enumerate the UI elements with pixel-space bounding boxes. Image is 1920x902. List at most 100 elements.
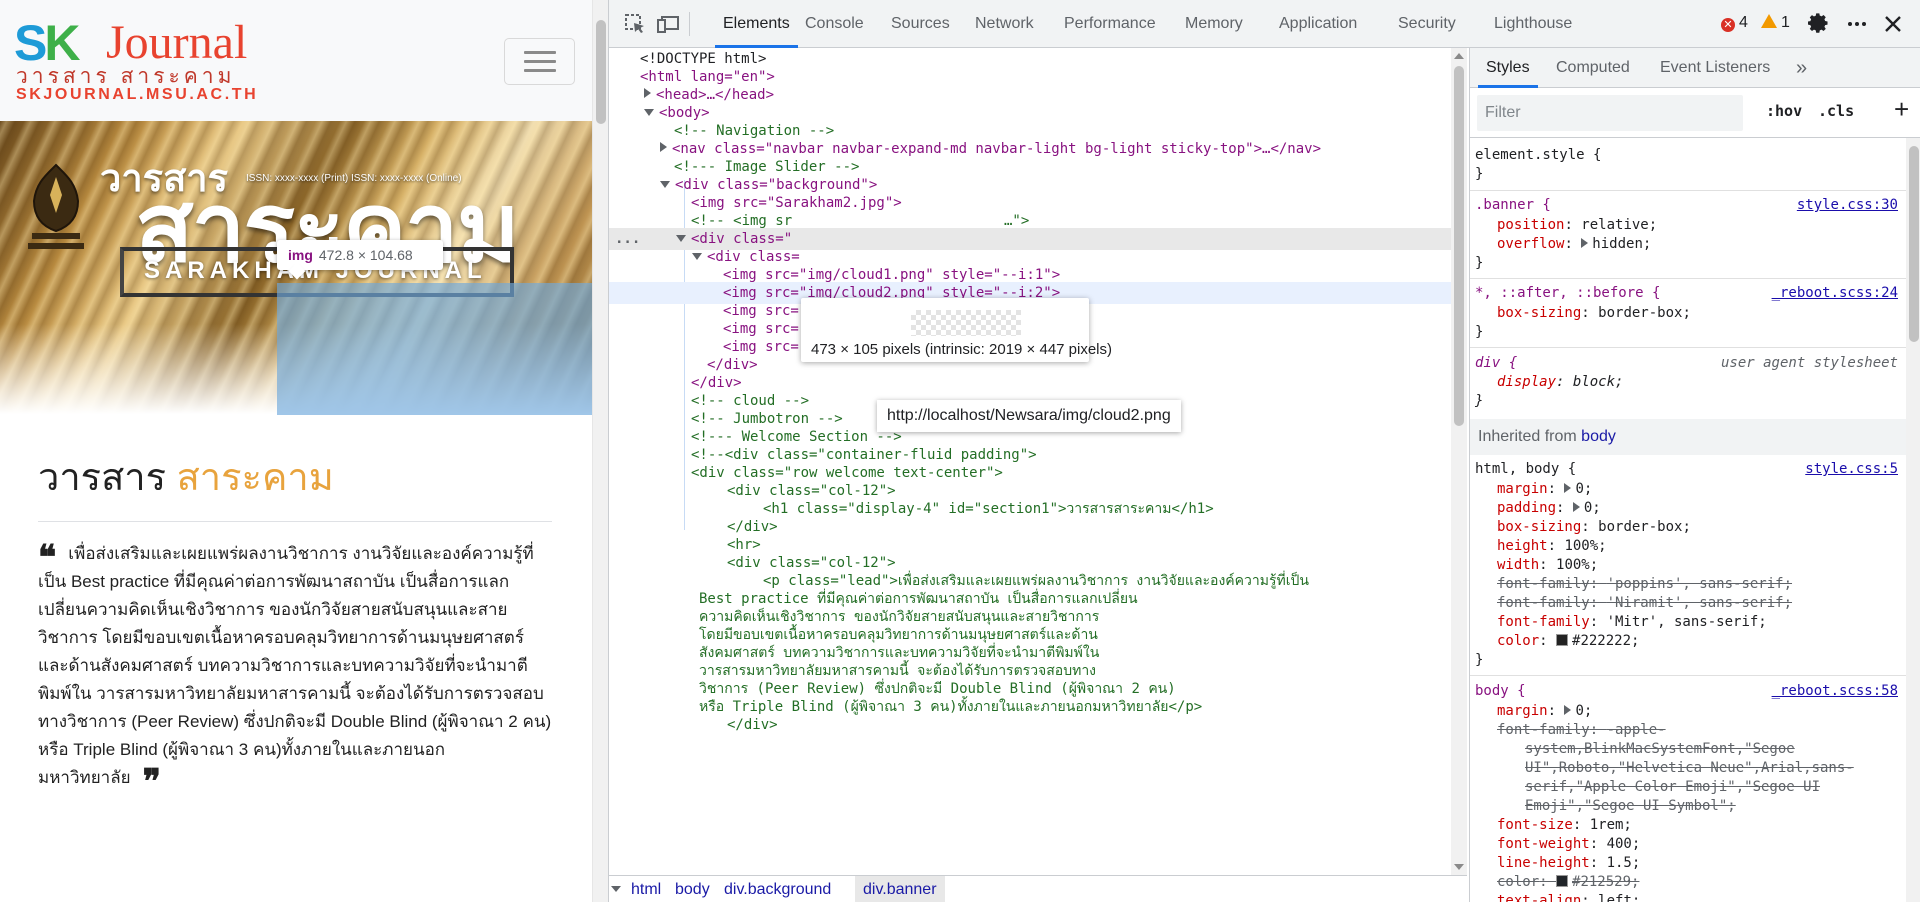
- source-link[interactable]: style.css:5: [1805, 460, 1898, 479]
- expand-arrow-icon[interactable]: [660, 142, 667, 152]
- collapse-arrow-icon[interactable]: [692, 253, 702, 260]
- style-property: display: block;: [1497, 374, 1624, 390]
- navbar-toggler-button[interactable]: [504, 38, 575, 85]
- style-property[interactable]: box-sizing: border-box;: [1470, 518, 1906, 537]
- close-devtools-icon[interactable]: [1881, 12, 1905, 36]
- style-property-overridden[interactable]: font-family: 'Niramit', sans-serif;: [1470, 594, 1906, 613]
- style-property-overridden[interactable]: font-family: -apple-: [1470, 721, 1906, 740]
- breadcrumb-div-banner[interactable]: div.banner: [855, 876, 945, 902]
- rule-selector: *, ::after, ::before {_reboot.scss:24: [1475, 284, 1898, 303]
- rule-selector: html, body {style.css:5: [1475, 460, 1898, 479]
- source-link[interactable]: _reboot.scss:58: [1772, 682, 1898, 701]
- image-url-tooltip: http://localhost/Newsara/img/cloud2.png: [877, 400, 1181, 432]
- styles-filter-input[interactable]: [1477, 95, 1743, 131]
- style-property[interactable]: color: #222222;: [1470, 632, 1906, 651]
- website-scrollbar[interactable]: [592, 0, 608, 902]
- rule-selector: element.style {: [1475, 147, 1602, 163]
- dom-breadcrumb: html body div.background div.banner: [609, 875, 1467, 902]
- more-tabs-chevron-icon[interactable]: »: [1788, 48, 1815, 88]
- dom-tree-scrollbar[interactable]: [1451, 48, 1467, 875]
- scroll-up-arrow-icon[interactable]: [1454, 53, 1464, 59]
- tab-elements[interactable]: Elements: [715, 0, 798, 48]
- style-property[interactable]: font-family: 'Mitr', sans-serif;: [1470, 613, 1906, 632]
- style-property[interactable]: height: 100%;: [1470, 537, 1906, 556]
- style-property[interactable]: margin: 0;: [1470, 702, 1906, 721]
- rule-selector: .banner {style.css:30: [1475, 196, 1898, 215]
- breadcrumb-html[interactable]: html: [623, 876, 669, 902]
- welcome-lead-text: ❝ เพื่อส่งเสริมและเผยแพร่ผลงานวิชาการ งาน…: [38, 538, 552, 802]
- welcome-title: วารสาร สาระคาม: [38, 457, 334, 499]
- inspect-chip-tag: img: [288, 247, 313, 263]
- university-seal-icon: [28, 163, 84, 249]
- error-icon: ✕: [1721, 18, 1735, 32]
- color-swatch[interactable]: [1556, 875, 1569, 887]
- breadcrumb-scroll-arrow-icon[interactable]: [611, 886, 621, 892]
- hamburger-icon: [524, 51, 556, 54]
- style-property[interactable]: text-align: left;: [1470, 892, 1906, 902]
- rule-selector: body {_reboot.scss:58: [1475, 682, 1898, 701]
- breadcrumb-body[interactable]: body: [667, 876, 718, 902]
- welcome-divider: [38, 521, 552, 522]
- hover-state-toggle[interactable]: :hov: [1766, 102, 1802, 120]
- style-property[interactable]: margin: 0;: [1470, 480, 1906, 499]
- collapse-arrow-icon[interactable]: [644, 109, 654, 116]
- site-logo[interactable]: SK Journal วารสาร สาระคาม SKJOURNAL.MSU.…: [14, 15, 276, 104]
- device-toolbar-icon[interactable]: [657, 12, 681, 36]
- devtools-toolbar: Elements Console Sources Network Perform…: [609, 0, 1920, 48]
- scroll-down-arrow-icon[interactable]: [1454, 864, 1464, 870]
- source-link[interactable]: style.css:30: [1797, 196, 1898, 215]
- styles-pane: Styles Computed Event Listeners » :hov .…: [1469, 48, 1920, 902]
- warning-icon: [1761, 14, 1777, 28]
- quote-close-icon: ❞: [142, 762, 161, 802]
- tab-security[interactable]: Security: [1390, 0, 1464, 48]
- expand-arrow-icon[interactable]: [644, 88, 651, 98]
- tab-performance[interactable]: Performance: [1056, 0, 1164, 48]
- tab-sources[interactable]: Sources: [883, 0, 958, 48]
- styles-subtabs: Styles Computed Event Listeners »: [1470, 48, 1920, 88]
- tab-network[interactable]: Network: [967, 0, 1042, 48]
- tab-memory[interactable]: Memory: [1177, 0, 1251, 48]
- source-link[interactable]: _reboot.scss:24: [1772, 284, 1898, 303]
- rule-selector: div {user agent stylesheet: [1475, 355, 1898, 371]
- inherited-from-header: Inherited from body: [1470, 419, 1906, 455]
- inherited-from-link[interactable]: body: [1581, 428, 1616, 445]
- logo-domain-text: SKJOURNAL.MSU.AC.TH: [16, 86, 259, 103]
- tab-styles[interactable]: Styles: [1478, 48, 1538, 88]
- new-style-rule-icon[interactable]: +: [1894, 94, 1909, 125]
- error-count-badge[interactable]: ✕ 4: [1721, 14, 1748, 32]
- style-property[interactable]: overflow: hidden;: [1470, 235, 1906, 254]
- breadcrumb-div-background[interactable]: div.background: [716, 876, 839, 902]
- inspect-element-chip: img 472.8 × 104.68: [277, 240, 443, 270]
- more-options-icon[interactable]: [1845, 12, 1869, 36]
- styles-scrollbar[interactable]: [1906, 138, 1920, 902]
- style-property[interactable]: font-weight: 400;: [1470, 835, 1906, 854]
- site-navbar: SK Journal วารสาร สาระคาม SKJOURNAL.MSU.…: [0, 0, 592, 121]
- style-property[interactable]: box-sizing: border-box;: [1470, 304, 1906, 323]
- style-property[interactable]: padding: 0;: [1470, 499, 1906, 518]
- style-property[interactable]: position: relative;: [1470, 216, 1906, 235]
- tab-application[interactable]: Application: [1271, 0, 1365, 48]
- class-toggle[interactable]: .cls: [1818, 102, 1854, 120]
- warning-count-badge[interactable]: 1: [1761, 14, 1790, 32]
- collapse-arrow-icon[interactable]: [660, 181, 670, 188]
- collapse-arrow-icon[interactable]: [676, 235, 686, 242]
- style-property-overridden[interactable]: color: #212529;: [1470, 873, 1906, 892]
- website-viewport: SK Journal วารสาร สาระคาม SKJOURNAL.MSU.…: [0, 0, 592, 902]
- style-property[interactable]: width: 100%;: [1470, 556, 1906, 575]
- style-property-overridden[interactable]: font-family: 'poppins', sans-serif;: [1470, 575, 1906, 594]
- tab-lighthouse[interactable]: Lighthouse: [1486, 0, 1580, 48]
- tab-console[interactable]: Console: [797, 0, 872, 48]
- styles-rules-list: element.style { } .banner {style.css:30 …: [1470, 138, 1906, 902]
- settings-gear-icon[interactable]: [1807, 12, 1831, 36]
- tab-computed[interactable]: Computed: [1548, 48, 1638, 88]
- color-swatch[interactable]: [1556, 634, 1569, 646]
- dom-node[interactable]: </div>: [609, 714, 1451, 736]
- expand-arrow-icon[interactable]: [1581, 238, 1589, 248]
- devtools-panel: Elements Console Sources Network Perform…: [608, 0, 1920, 902]
- style-property[interactable]: line-height: 1.5;: [1470, 854, 1906, 873]
- inspect-element-icon[interactable]: [623, 12, 647, 36]
- logo-sk-mark: SK: [14, 15, 80, 71]
- style-property[interactable]: font-size: 1rem;: [1470, 816, 1906, 835]
- tab-event-listeners[interactable]: Event Listeners: [1652, 48, 1778, 88]
- image-size-tooltip: 473 × 105 pixels (intrinsic: 2019 × 447 …: [801, 298, 1112, 362]
